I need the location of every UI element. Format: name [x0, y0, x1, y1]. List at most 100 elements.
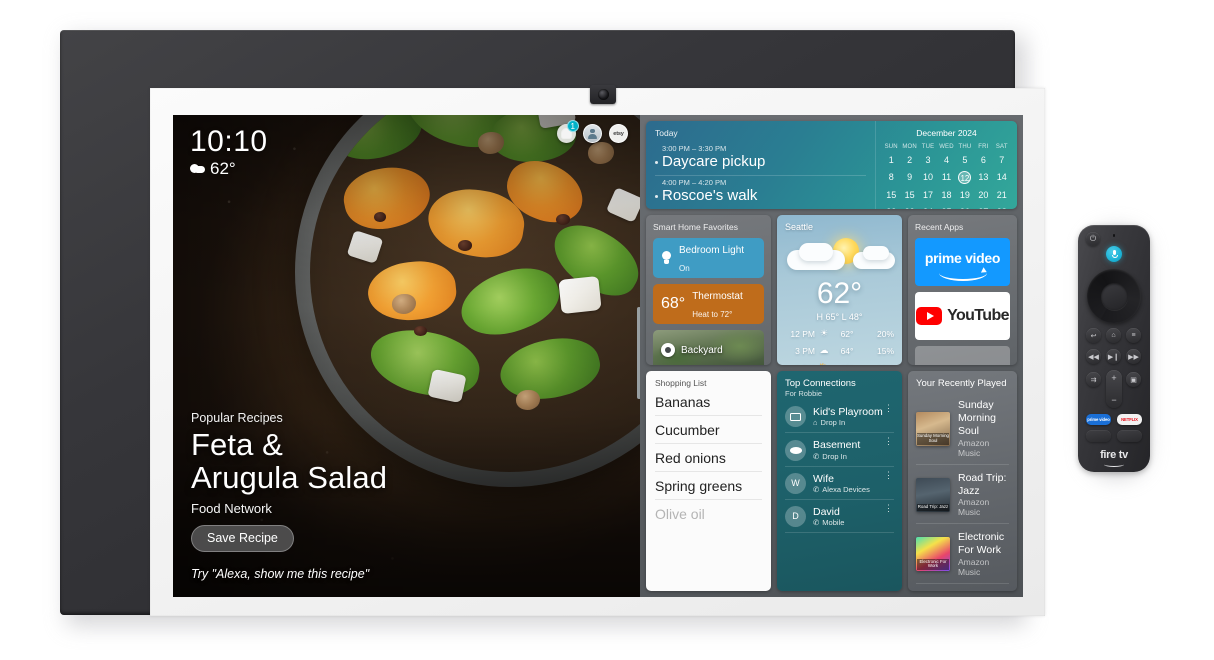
recent-apps-widget[interactable]: Recent Apps prime video YouTube	[908, 215, 1017, 366]
connection-row[interactable]: D David ✆ Mobile ⋮	[785, 500, 894, 533]
fire-tv-remote[interactable]: ⏻ ↩ ⌂ ≡ ◀◀ ▶❙ ▶▶ ⇉ ▣ + − prime video NET…	[1078, 225, 1150, 472]
agenda-event[interactable]: 3:00 PM – 3:30 PM Daycare pickup	[655, 142, 866, 176]
calendar-day[interactable]: 14	[993, 171, 1011, 185]
app-tile-youtube[interactable]: YouTube	[915, 292, 1010, 341]
calendar-day[interactable]: 24	[919, 206, 937, 209]
recently-played-row[interactable]: Electronic For Work Electronic For Work Ama…	[916, 524, 1009, 584]
app-tile-prime-video[interactable]: prime video	[915, 238, 1010, 287]
connection-meta-label: Alexa Devices	[822, 484, 870, 494]
calendar-day[interactable]: 25	[937, 206, 955, 209]
calendar-day[interactable]: 20	[974, 189, 992, 202]
calendar-day[interactable]: 21	[993, 189, 1011, 202]
back-button[interactable]: ↩	[1086, 328, 1101, 343]
save-recipe-button[interactable]: Save Recipe	[191, 525, 294, 552]
agenda-event[interactable]: 4:00 PM – 4:20 PM Roscoe's walk	[655, 176, 866, 210]
calendar-day[interactable]: 11	[937, 171, 955, 185]
hour-precip: 20%	[876, 328, 894, 339]
prime-video-key[interactable]: prime video	[1086, 414, 1111, 425]
calendar-day[interactable]: 2	[900, 154, 918, 167]
calendar-day[interactable]: 6	[974, 154, 992, 167]
connection-row[interactable]: Basement ✆ Drop In ⋮	[785, 433, 894, 467]
connection-row[interactable]: W Wife ✆ Alexa Devices ⋮	[785, 467, 894, 500]
power-button[interactable]: ⏻	[1086, 232, 1100, 246]
calendar-day[interactable]: 8	[882, 171, 900, 185]
shopping-list-item[interactable]: Olive oil	[655, 500, 762, 527]
volume-down-button[interactable]: −	[1111, 395, 1116, 405]
recently-played-row[interactable]: Road Trip: Jazz Road Trip: Jazz Amazon Mus…	[916, 465, 1009, 525]
hour-temp: 62°	[840, 328, 854, 339]
recently-played-widget[interactable]: Your Recently Played Sunday Morning Soul…	[908, 371, 1017, 591]
home-button[interactable]: ⌂	[1106, 328, 1121, 343]
calendar-day[interactable]: 17	[919, 189, 937, 202]
netflix-key[interactable]: NETFLIX	[1117, 414, 1142, 425]
calendar-day[interactable]: 5	[956, 154, 974, 167]
thermostat-name: Thermostat	[692, 291, 743, 303]
notification-badge: 1	[566, 120, 579, 132]
smart-home-tile-backyard-camera[interactable]: Backyard	[653, 330, 764, 366]
smart-home-tile-bedroom-light[interactable]: Bedroom Light On	[653, 238, 764, 279]
profile-avatar-icon[interactable]	[583, 124, 602, 143]
app-shortcut-key-4[interactable]	[1117, 430, 1142, 442]
widget-panel: Today 3:00 PM – 3:30 PM Daycare pickup 4…	[640, 115, 1023, 597]
recipe-photo-panel[interactable]: 10:10 62° 1 etsy Popular Recipes Feta & …	[173, 115, 640, 597]
app-tile-partial[interactable]	[915, 346, 1010, 366]
calendar-day[interactable]: 3	[919, 154, 937, 167]
notification-bell-icon[interactable]: 1	[557, 120, 579, 143]
dpad-navigation-ring[interactable]	[1087, 269, 1141, 323]
calendar-day[interactable]: 22	[882, 206, 900, 209]
playlist-name: Road Trip: Jazz	[958, 471, 1007, 497]
recently-played-row[interactable]: Sunday Morning Soul Sunday Morning Soul Ama…	[916, 392, 1009, 465]
calendar-day[interactable]: 9	[900, 171, 918, 185]
overflow-menu-icon[interactable]: ⋮	[884, 503, 893, 512]
calendar-day[interactable]: 27	[974, 206, 992, 209]
recipe-source: Food Network	[191, 501, 272, 516]
hour-precip: 15%	[876, 345, 894, 356]
volume-rocker[interactable]: + −	[1106, 370, 1122, 408]
calendar-widget[interactable]: Today 3:00 PM – 3:30 PM Daycare pickup 4…	[646, 121, 1017, 210]
app-logo-icon[interactable]: etsy	[609, 124, 628, 143]
shopping-list-widget[interactable]: Shopping List Bananas Cucumber Red onions S…	[646, 371, 771, 591]
calendar-day[interactable]: 26	[956, 206, 974, 209]
menu-button[interactable]: ≡	[1126, 328, 1141, 343]
calendar-day[interactable]: 15	[882, 189, 900, 202]
smart-home-tile-thermostat[interactable]: 68° Thermostat Heat to 72°	[653, 284, 764, 325]
overflow-menu-icon[interactable]: ⋮	[884, 437, 893, 446]
calendar-day[interactable]: 18	[937, 189, 955, 202]
calendar-day[interactable]: 19	[956, 189, 974, 202]
app-shortcut-key-3[interactable]	[1086, 430, 1111, 442]
connection-row[interactable]: Kid's Playroom ⌂ Drop In ⋮	[785, 400, 894, 434]
overflow-menu-icon[interactable]: ⋮	[884, 404, 893, 413]
calendar-day[interactable]: 1	[882, 154, 900, 167]
calendar-month-grid[interactable]: December 2024 SUN MON TUE WED THU FRI SA…	[875, 121, 1017, 210]
calendar-day[interactable]: 15	[900, 189, 918, 202]
calendar-day[interactable]: 7	[993, 154, 1011, 167]
play-pause-button[interactable]: ▶❙	[1106, 349, 1121, 364]
connection-meta: ✆ Mobile	[813, 518, 844, 527]
calendar-day[interactable]: 28	[993, 206, 1011, 209]
shopping-list-item[interactable]: Red onions	[655, 444, 762, 473]
volume-up-button[interactable]: +	[1111, 373, 1116, 383]
playlist-source: Amazon Music	[958, 497, 990, 518]
mute-button[interactable]: ⇉	[1086, 372, 1101, 387]
calendar-day[interactable]: 4	[937, 154, 955, 167]
shopping-list-item[interactable]: Spring greens	[655, 472, 762, 501]
shopping-list-item[interactable]: Cucumber	[655, 416, 762, 445]
smart-home-widget[interactable]: Smart Home Favorites Bedroom Light On 68…	[646, 215, 771, 366]
voice-button[interactable]	[1106, 246, 1122, 262]
overflow-menu-icon[interactable]: ⋮	[884, 470, 893, 479]
fast-forward-button[interactable]: ▶▶	[1126, 349, 1141, 364]
calendar-day[interactable]: 10	[919, 171, 937, 185]
calendar-day[interactable]: 23	[900, 206, 918, 209]
rewind-button[interactable]: ◀◀	[1086, 349, 1101, 364]
connection-name: David	[813, 505, 840, 518]
calendar-week-row: 8 9 10 11 12 13 14	[882, 171, 1011, 185]
calendar-day[interactable]: 13	[974, 171, 992, 185]
select-button[interactable]	[1100, 282, 1128, 310]
top-connections-widget[interactable]: Top Connections For Robbie Kid's Playroo…	[777, 371, 902, 591]
recipe-kicker: Popular Recipes	[191, 410, 283, 425]
calendar-day-today[interactable]: 12	[956, 171, 974, 185]
shopping-list-item[interactable]: Bananas	[655, 388, 762, 417]
guide-button[interactable]: ▣	[1126, 372, 1141, 387]
weather-widget[interactable]: Seattle 62° H 65° L 48° 12 PM ☀ 62° 20% …	[777, 215, 902, 366]
thermostat-text: Thermostat Heat to 72°	[692, 286, 743, 322]
